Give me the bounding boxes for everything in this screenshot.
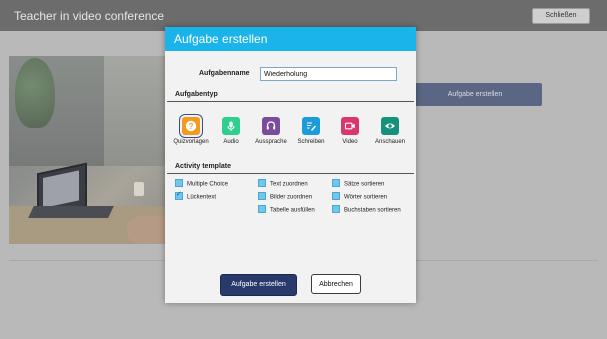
dialog-title: Aufgabe erstellen — [165, 27, 416, 51]
background-create-task-button: Aufgabe erstellen — [408, 83, 542, 106]
type-label: Quizvorlagen — [173, 139, 209, 145]
video-feed — [9, 56, 165, 244]
headset-icon — [262, 117, 280, 135]
template-multiple-choice[interactable]: Multiple Choice — [175, 179, 229, 189]
activity-template-divider — [167, 173, 414, 174]
task-name-label: Aufgabenname — [199, 70, 250, 77]
eye-icon — [381, 117, 399, 135]
checkbox[interactable] — [175, 179, 183, 187]
task-name-input[interactable] — [260, 67, 397, 81]
microphone-icon — [222, 117, 240, 135]
type-audio[interactable]: Audio — [216, 117, 246, 145]
type-quiz-templates[interactable]: ? Quizvorlagen — [173, 117, 209, 145]
type-pronunciation[interactable]: Aussprache — [255, 117, 287, 145]
template-label: Buchstaben sortieren — [344, 207, 401, 214]
checkbox-checked[interactable] — [175, 190, 183, 200]
activity-template-heading: Activity template — [175, 163, 232, 170]
type-label: Audio — [223, 139, 239, 145]
svg-text:?: ? — [189, 122, 194, 131]
template-label: Sätze sortieren — [344, 181, 385, 188]
video-window — [104, 56, 165, 166]
create-task-dialog: Aufgabe erstellen Aufgabenname Aufgabent… — [165, 27, 416, 303]
question-icon: ? — [182, 117, 200, 135]
type-label: Anschauen — [374, 139, 406, 145]
type-label: Schreiben — [297, 139, 325, 145]
create-task-button[interactable]: Aufgabe erstellen — [220, 274, 297, 296]
type-label: Aussprache — [255, 139, 287, 145]
template-cloze-text[interactable]: Lückentext — [175, 190, 217, 202]
window-title: Teacher in video conference — [14, 9, 165, 23]
type-video[interactable]: Video — [335, 117, 365, 145]
template-label: Tabelle ausfüllen — [270, 207, 315, 214]
checkbox[interactable] — [332, 179, 340, 187]
checkbox[interactable] — [258, 192, 266, 200]
task-type-divider — [167, 101, 414, 102]
task-type-heading: Aufgabentyp — [175, 91, 218, 98]
close-button[interactable]: Schließen — [532, 8, 590, 24]
type-writing[interactable]: Schreiben — [296, 117, 326, 145]
type-watch[interactable]: Anschauen — [375, 117, 405, 145]
template-match-text[interactable]: Text zuordnen — [258, 179, 308, 189]
video-hand — [127, 216, 165, 244]
checkbox[interactable] — [332, 192, 340, 200]
template-label: Bilder zuordnen — [270, 194, 313, 201]
template-sort-sentences[interactable]: Sätze sortieren — [332, 179, 385, 189]
video-cup — [134, 182, 144, 196]
cancel-button[interactable]: Abbrechen — [311, 274, 361, 294]
checkbox[interactable] — [332, 205, 340, 213]
template-match-images[interactable]: Bilder zuordnen — [258, 192, 313, 202]
template-label: Wörter sortieren — [344, 194, 388, 201]
pen-icon — [302, 117, 320, 135]
checkbox[interactable] — [258, 205, 266, 213]
video-icon — [341, 117, 359, 135]
template-label: Lückentext — [187, 194, 217, 201]
video-plant — [15, 58, 55, 128]
template-sort-words[interactable]: Wörter sortieren — [332, 192, 388, 202]
template-sort-letters[interactable]: Buchstaben sortieren — [332, 205, 401, 215]
checkbox[interactable] — [258, 179, 266, 187]
type-label: Video — [342, 139, 358, 145]
template-label: Text zuordnen — [270, 181, 308, 188]
template-fill-table[interactable]: Tabelle ausfüllen — [258, 205, 315, 215]
video-laptop-base — [28, 206, 114, 218]
template-label: Multiple Choice — [187, 181, 229, 188]
